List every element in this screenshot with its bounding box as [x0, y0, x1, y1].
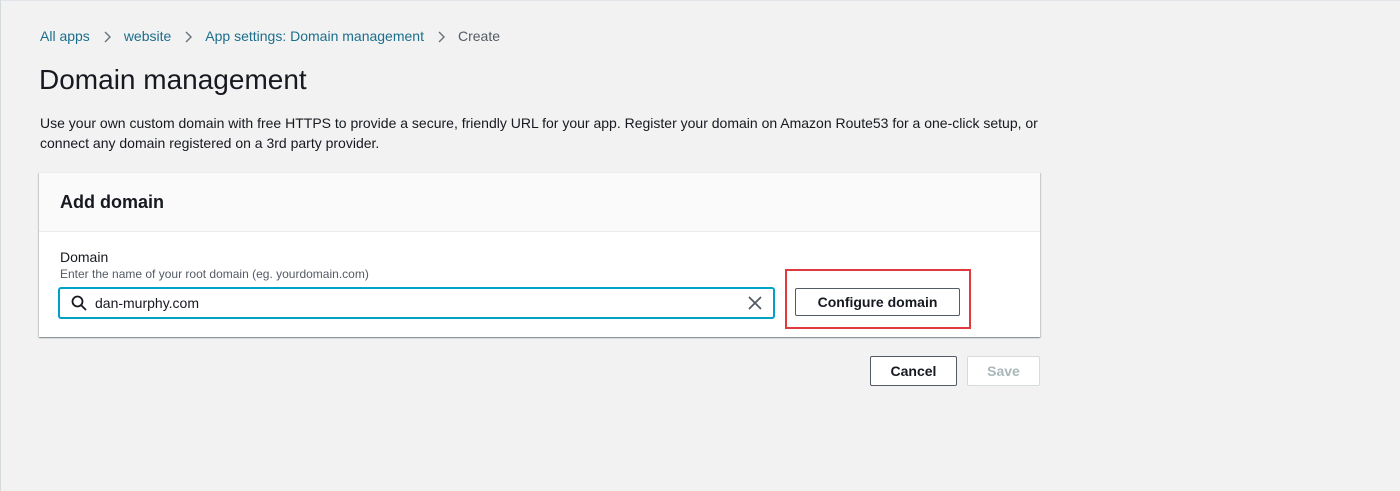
breadcrumb-current-create: Create	[457, 28, 500, 44]
breadcrumb: All apps website App settings: Domain ma…	[40, 27, 500, 45]
add-domain-panel: Add domain Domain Enter the name of your…	[39, 172, 1040, 337]
breadcrumb-all-apps[interactable]: All apps	[40, 28, 90, 44]
chevron-right-icon	[171, 28, 205, 44]
cancel-button[interactable]: Cancel	[870, 356, 957, 386]
close-icon[interactable]	[745, 293, 765, 313]
chevron-right-icon	[90, 28, 124, 44]
save-button[interactable]: Save	[967, 356, 1040, 386]
domain-search-box[interactable]	[59, 288, 774, 318]
search-icon	[69, 293, 89, 313]
configure-domain-button[interactable]: Configure domain	[795, 288, 960, 316]
page-description: Use your own custom domain with free HTT…	[40, 115, 1038, 151]
chevron-right-icon	[424, 28, 458, 44]
breadcrumb-website[interactable]: website	[124, 28, 171, 44]
panel-header: Add domain	[39, 173, 1040, 232]
domain-input[interactable]	[95, 291, 745, 315]
page-title: Domain management	[39, 64, 307, 95]
window-left-border	[0, 0, 1, 491]
breadcrumb-domain-management[interactable]: App settings: Domain management	[205, 28, 424, 44]
domain-field-description: Enter the name of your root domain (eg. …	[60, 267, 369, 281]
domain-field-label: Domain	[60, 249, 109, 265]
window-top-border	[0, 0, 1400, 1]
panel-title: Add domain	[60, 192, 164, 212]
